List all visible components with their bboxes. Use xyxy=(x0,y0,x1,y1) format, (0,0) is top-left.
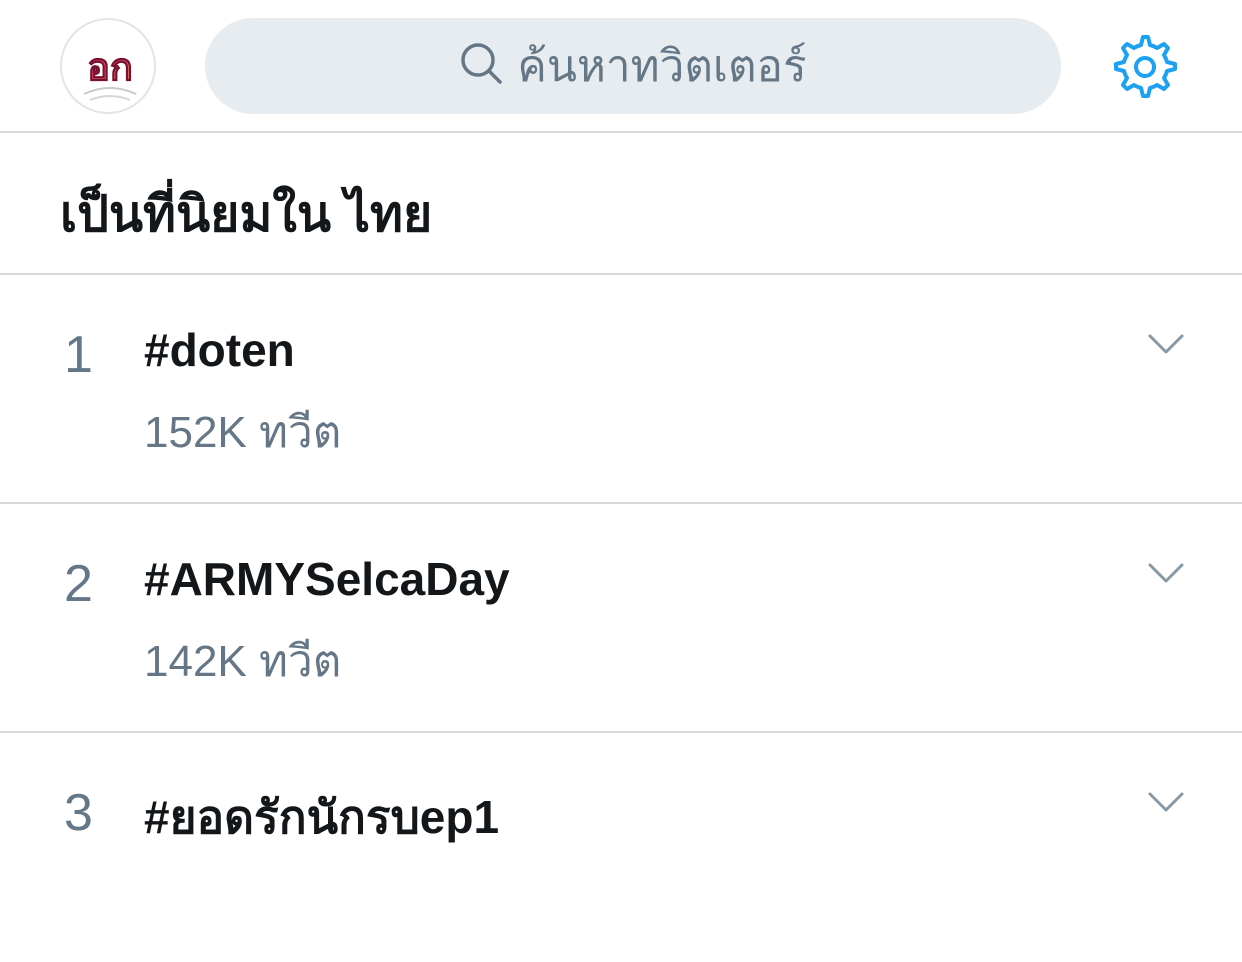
trend-item[interactable]: 3 #ยอดรักนักรบep1 xyxy=(0,733,1242,962)
trend-item[interactable]: 2 #ARMYSelcaDay 142K ทวีต xyxy=(0,504,1242,733)
trend-name: #ยอดรักนักรบep1 xyxy=(144,791,500,843)
chevron-down-icon[interactable] xyxy=(1148,333,1184,355)
search-placeholder: ค้นหาทวิตเตอร์ xyxy=(517,42,807,91)
avatar[interactable]: อก xyxy=(60,18,156,114)
search-bar[interactable]: ค้นหาทวิตเตอร์ xyxy=(205,18,1061,114)
chevron-down-icon[interactable] xyxy=(1148,791,1184,813)
trend-item[interactable]: 1 #doten 152K ทวีต xyxy=(0,275,1242,504)
top-bar: อก ค้นหาทวิตเตอร์ xyxy=(0,0,1242,133)
trend-tweet-count: 152K ทวีต xyxy=(144,408,342,457)
trend-name: #ARMYSelcaDay xyxy=(144,553,510,605)
trend-tweet-count: 142K ทวีต xyxy=(144,637,342,686)
trend-rank: 2 xyxy=(64,555,93,613)
avatar-image: อก xyxy=(83,45,137,101)
section-title: เป็นที่นิยมใน ไทย xyxy=(60,186,433,242)
gear-icon[interactable] xyxy=(1112,34,1178,100)
trends-section-header: เป็นที่นิยมใน ไทย xyxy=(0,135,1242,275)
trend-rank: 3 xyxy=(64,784,93,842)
trend-name: #doten xyxy=(144,324,295,376)
chevron-down-icon[interactable] xyxy=(1148,562,1184,584)
trend-rank: 1 xyxy=(64,326,93,384)
avatar-logo-text: อก xyxy=(87,45,133,89)
search-icon xyxy=(461,43,503,84)
